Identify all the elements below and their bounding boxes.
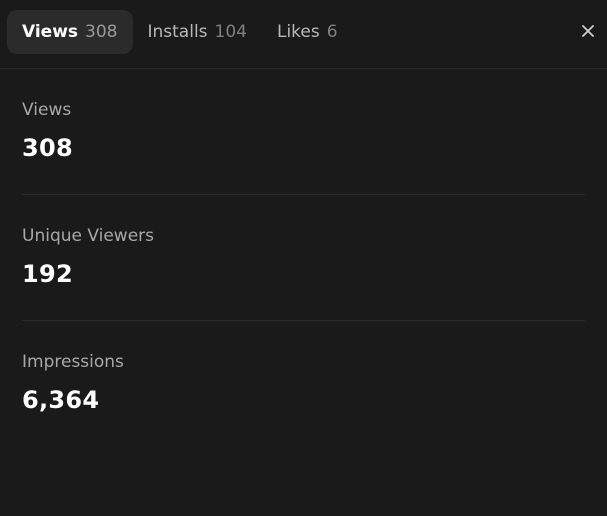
stat-impressions: Impressions 6,364 — [22, 321, 585, 447]
stat-label: Impressions — [22, 352, 124, 372]
tab-label: Views — [22, 22, 79, 42]
stat-value: 308 — [22, 134, 73, 162]
tab-bar: Views 308 Installs 104 Likes 6 — [0, 0, 607, 69]
tab-label: Installs — [147, 22, 208, 42]
close-icon — [582, 25, 594, 37]
tab-views[interactable]: Views 308 — [7, 10, 133, 54]
tab-count: 308 — [85, 22, 118, 42]
tab-list: Views 308 Installs 104 Likes 6 — [7, 10, 353, 54]
analytics-panel: Views 308 Installs 104 Likes 6 Views 308… — [0, 0, 607, 516]
tab-likes[interactable]: Likes 6 — [262, 10, 353, 54]
stat-unique-viewers: Unique Viewers 192 — [22, 195, 585, 321]
stat-views: Views 308 — [22, 69, 585, 195]
tab-count: 6 — [326, 22, 338, 42]
close-button[interactable] — [577, 20, 599, 42]
tab-count: 104 — [214, 22, 247, 42]
tab-installs[interactable]: Installs 104 — [133, 10, 262, 54]
stat-label: Views — [22, 100, 72, 120]
stat-label: Unique Viewers — [22, 226, 155, 246]
stat-value: 192 — [22, 260, 73, 288]
stat-value: 6,364 — [22, 386, 100, 414]
stats-list: Views 308 Unique Viewers 192 Impressions… — [0, 69, 607, 447]
tab-label: Likes — [276, 22, 320, 42]
